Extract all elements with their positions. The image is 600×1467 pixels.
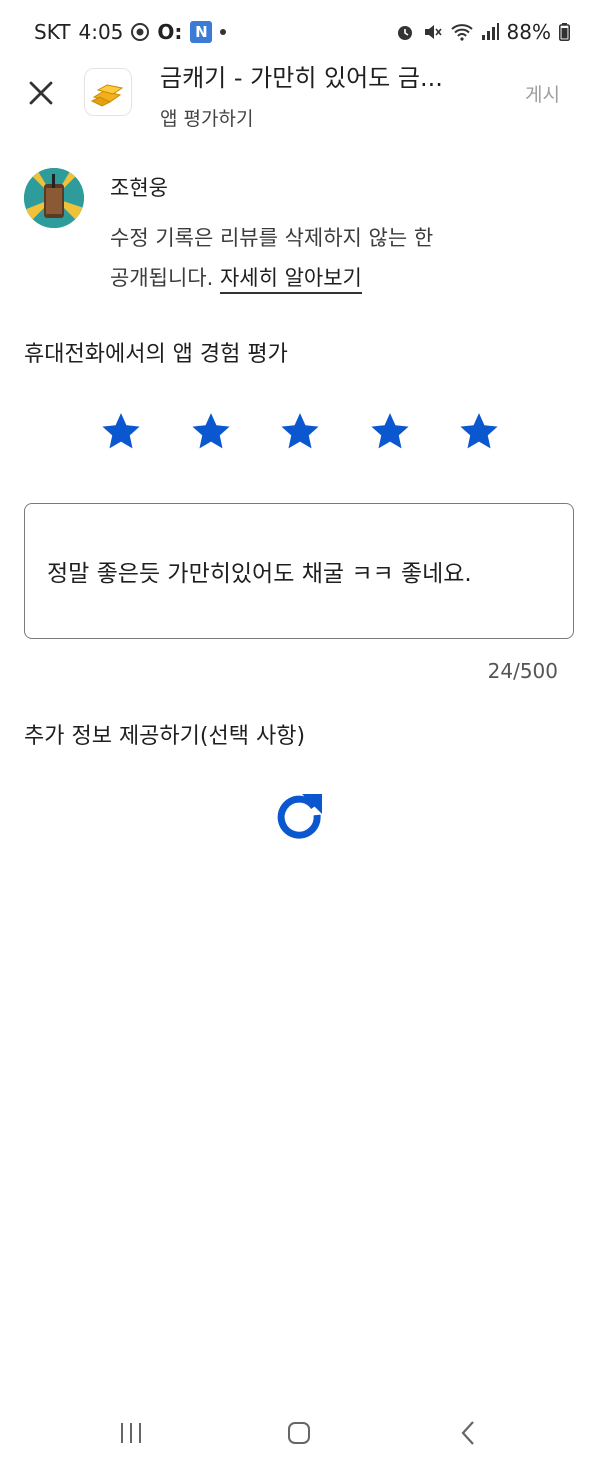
- page-subtitle: 앱 평가하기: [160, 108, 254, 130]
- more-notifications-icon: [220, 29, 227, 35]
- review-textarea[interactable]: 정말 좋은듯 가만히있어도 채굴 ㅋㅋ 좋네요.: [24, 503, 574, 639]
- back-button[interactable]: [448, 1418, 488, 1448]
- review-text: 정말 좋은듯 가만히있어도 채굴 ㅋㅋ 좋네요.: [47, 561, 472, 587]
- refresh-button[interactable]: [272, 788, 326, 842]
- star-rating: [100, 410, 500, 452]
- carrier-label: SKT: [34, 20, 71, 44]
- star-5-icon[interactable]: [458, 410, 500, 452]
- refresh-icon: [277, 794, 322, 839]
- notice-line-2-text: 공개됩니다.: [110, 266, 220, 290]
- alarm-icon: [397, 26, 412, 40]
- notice-line-2: 공개됩니다. 자세히 알아보기: [110, 258, 530, 298]
- learn-more-link[interactable]: 자세히 알아보기: [219, 266, 362, 294]
- gold-bars-icon: [90, 84, 124, 107]
- status-right: 88%: [395, 20, 570, 44]
- n-app-icon: N: [190, 21, 213, 43]
- signal-icon: [481, 23, 499, 40]
- app-title: 금캐기 - 가만히 있어도 금...: [160, 64, 443, 92]
- star-3-icon[interactable]: [279, 410, 321, 452]
- home-icon: [288, 1422, 310, 1444]
- public-notice: 수정 기록은 리뷰를 삭제하지 않는 한 공개됩니다. 자세히 알아보기: [110, 218, 530, 298]
- recent-apps-icon: [121, 1423, 141, 1443]
- clock: 4:05: [78, 20, 124, 44]
- battery-percent: 88%: [506, 20, 551, 44]
- avatar: [24, 168, 84, 228]
- extra-info-label: 추가 정보 제공하기(선택 사항): [24, 724, 306, 749]
- rating-label: 휴대전화에서의 앱 경험 평가: [24, 342, 288, 367]
- app-icon: [84, 68, 132, 116]
- home-button[interactable]: [279, 1418, 319, 1448]
- back-icon: [461, 1421, 474, 1445]
- avatar-image: [24, 168, 84, 228]
- notification-text: O:: [157, 20, 183, 44]
- star-4-icon[interactable]: [369, 410, 411, 452]
- char-counter: 24/500: [487, 659, 558, 683]
- close-button[interactable]: [26, 78, 56, 108]
- star-2-icon[interactable]: [190, 410, 232, 452]
- user-name: 조현웅: [110, 176, 168, 200]
- post-button[interactable]: 게시: [525, 80, 560, 107]
- chrome-icon: [131, 23, 150, 41]
- status-left: SKT 4:05 O: N: [34, 20, 227, 44]
- battery-icon: [559, 23, 570, 41]
- wifi-icon: [450, 24, 473, 41]
- star-1-icon[interactable]: [100, 410, 142, 452]
- system-nav-bar: [0, 1400, 600, 1467]
- recent-apps-button[interactable]: [111, 1418, 151, 1448]
- notice-line-1: 수정 기록은 리뷰를 삭제하지 않는 한: [110, 226, 434, 250]
- mute-icon: [424, 25, 442, 39]
- close-icon: [29, 81, 53, 105]
- status-bar: SKT 4:05 O: N 88%: [0, 0, 600, 62]
